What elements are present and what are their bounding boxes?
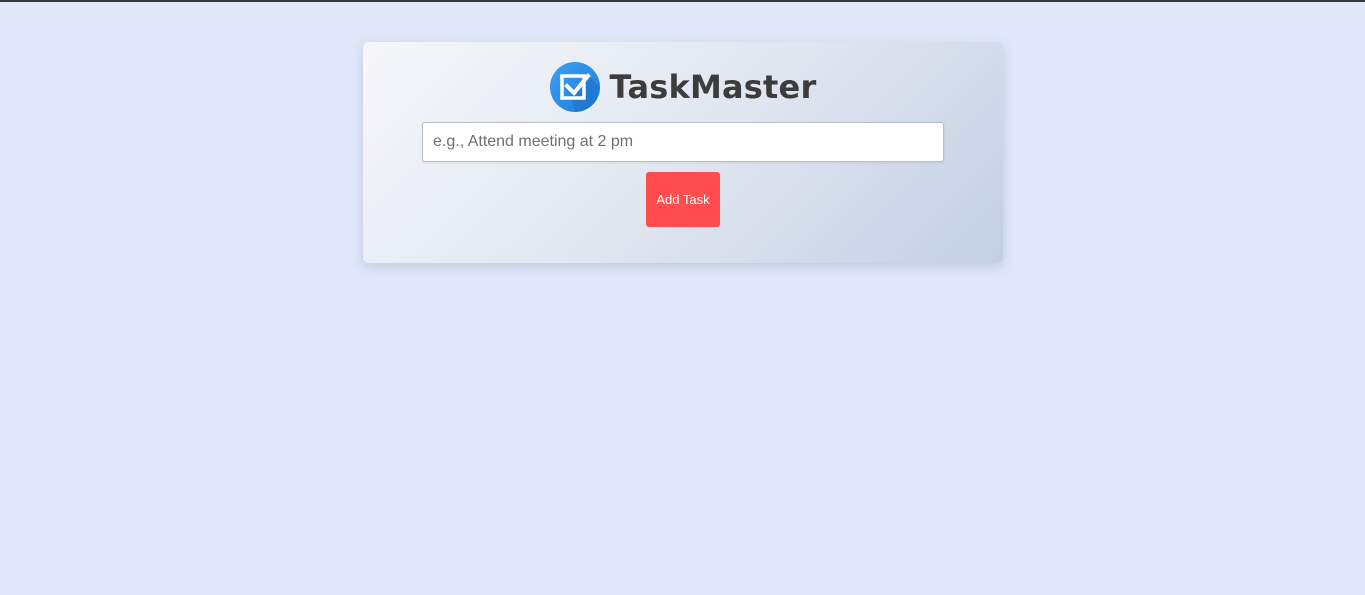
task-card: TaskMaster Add Task xyxy=(363,42,1003,263)
task-input[interactable] xyxy=(422,122,944,162)
window-top-border xyxy=(0,0,1365,2)
add-task-button[interactable]: Add Task xyxy=(646,172,720,227)
brand-header: TaskMaster xyxy=(363,62,1003,112)
app-title: TaskMaster xyxy=(609,68,817,106)
checkbox-check-icon xyxy=(549,62,600,112)
